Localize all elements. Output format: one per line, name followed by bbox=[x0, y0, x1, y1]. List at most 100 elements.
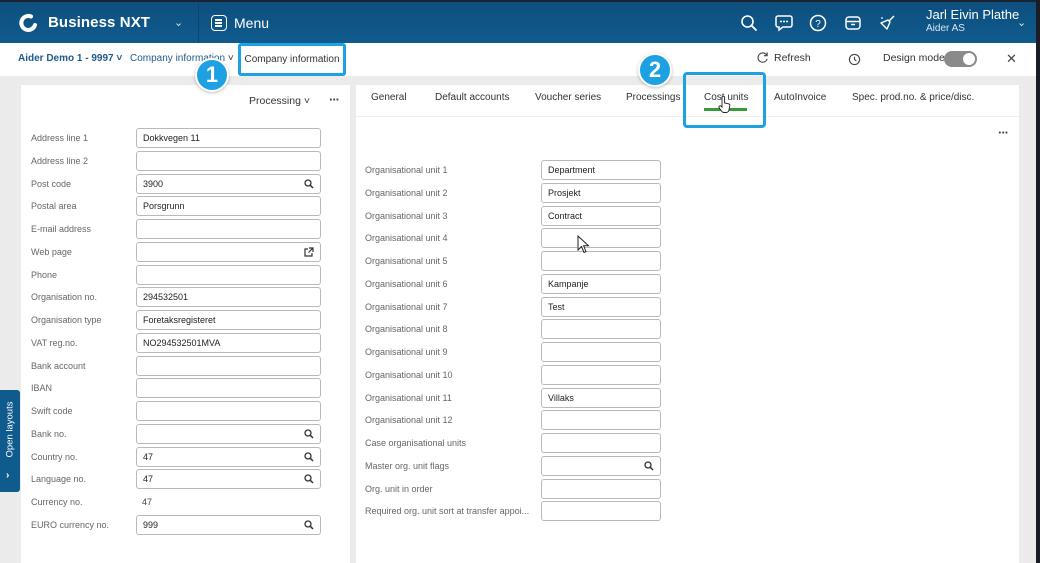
field-input[interactable]: 3900 bbox=[136, 173, 321, 194]
field-label: Organisation type bbox=[31, 315, 102, 325]
open-layouts-tab[interactable]: Open layouts › bbox=[0, 390, 20, 492]
field-value: 999 bbox=[143, 519, 159, 530]
form-row: Currency no. 47 bbox=[21, 492, 350, 514]
field-label: Organisational unit 3 bbox=[365, 210, 448, 221]
field-input[interactable]: Kampanje bbox=[541, 273, 661, 294]
external-link-icon[interactable] bbox=[303, 247, 314, 261]
svg-text:?: ? bbox=[815, 19, 821, 30]
field-input[interactable] bbox=[136, 401, 321, 421]
form-row: Organisational unit 2 Prosjekt bbox=[356, 182, 1019, 205]
field-input[interactable] bbox=[541, 455, 661, 476]
search-icon[interactable] bbox=[304, 474, 314, 487]
field-label: Organisational unit 7 bbox=[365, 301, 448, 312]
field-input[interactable]: 999 bbox=[136, 514, 321, 535]
field-label: Currency no. bbox=[31, 497, 83, 507]
field-value: Foretaksregisteret bbox=[143, 315, 216, 325]
help-icon[interactable]: ? bbox=[808, 13, 828, 33]
field-input[interactable] bbox=[136, 264, 321, 285]
search-icon[interactable] bbox=[304, 429, 314, 442]
field-label: Postal area bbox=[31, 201, 77, 212]
processing-dropdown[interactable]: Processing ˅ bbox=[249, 95, 310, 107]
tab-processings[interactable]: Processings bbox=[626, 92, 680, 103]
tab-general[interactable]: General bbox=[371, 92, 407, 103]
field-input[interactable] bbox=[541, 410, 661, 431]
field-input[interactable]: Prosjekt bbox=[541, 182, 661, 203]
field-input[interactable]: Dokkvegen 11 bbox=[136, 128, 321, 148]
field-input[interactable]: Foretaksregisteret bbox=[136, 310, 321, 330]
app-switcher-chevron-icon[interactable]: ⌄ bbox=[174, 16, 183, 29]
field-input[interactable] bbox=[541, 501, 661, 522]
field-value: 47 bbox=[143, 451, 154, 462]
field-input[interactable]: Department bbox=[541, 160, 661, 180]
field-input[interactable] bbox=[136, 219, 321, 239]
field-value: Test bbox=[548, 301, 565, 312]
form-row: Language no. 47 bbox=[21, 469, 350, 491]
form-row: Address line 2 bbox=[21, 150, 350, 173]
refresh-button[interactable]: Refresh bbox=[756, 51, 811, 64]
more-options-icon[interactable]: ··· bbox=[329, 92, 340, 107]
form-row: Bank no. bbox=[21, 423, 350, 446]
tab-autoinvoice[interactable]: AutoInvoice bbox=[774, 92, 826, 103]
field-input[interactable]: 47 bbox=[136, 469, 321, 490]
chat-icon[interactable] bbox=[774, 13, 794, 33]
user-menu[interactable]: Jarl Eivin Plathe Aider AS bbox=[926, 7, 1020, 34]
search-icon[interactable] bbox=[304, 178, 314, 192]
field-value: 47 bbox=[143, 474, 154, 485]
arrow-cursor-icon bbox=[577, 235, 590, 254]
field-value: Porsgrunn bbox=[143, 201, 185, 212]
close-icon[interactable]: ✕ bbox=[1006, 51, 1017, 67]
field-input[interactable]: Porsgrunn bbox=[136, 196, 321, 217]
chevron-down-icon: ˅ bbox=[227, 53, 234, 64]
field-input[interactable] bbox=[541, 364, 661, 385]
field-input[interactable] bbox=[136, 423, 321, 444]
form-row: Organisational unit 9 bbox=[356, 342, 1019, 364]
search-icon[interactable] bbox=[304, 451, 314, 465]
more-options-icon[interactable]: ··· bbox=[998, 125, 1009, 140]
field-input[interactable] bbox=[541, 319, 661, 340]
menu-button[interactable]: Menu bbox=[211, 2, 269, 43]
field-input[interactable] bbox=[136, 378, 321, 399]
tab-spec-prod-price-disc[interactable]: Spec. prod.no. & price/disc. bbox=[852, 92, 974, 103]
field-label: Phone bbox=[31, 269, 58, 280]
field-input[interactable] bbox=[136, 355, 321, 376]
brand[interactable]: Business NXT bbox=[18, 2, 150, 43]
form-row: Organisational unit 3 Contract bbox=[356, 205, 1019, 228]
field-input[interactable]: NO294532501MVA bbox=[136, 332, 321, 353]
field-label: Organisational unit 12 bbox=[365, 415, 453, 426]
broom-icon[interactable] bbox=[877, 13, 897, 33]
search-icon[interactable] bbox=[644, 461, 654, 474]
field-input[interactable] bbox=[136, 150, 321, 171]
field-label: Bank no. bbox=[31, 428, 67, 439]
processing-label: Processing bbox=[249, 95, 301, 107]
form-row: VAT reg.no. NO294532501MVA bbox=[21, 332, 350, 355]
field-input[interactable]: Villaks bbox=[541, 387, 661, 408]
tab-voucher-series[interactable]: Voucher series bbox=[535, 92, 601, 103]
search-icon[interactable] bbox=[304, 520, 314, 533]
inbox-icon[interactable] bbox=[843, 13, 863, 33]
app-name: Business NXT bbox=[48, 14, 151, 31]
field-value: Contract bbox=[548, 210, 583, 221]
tab-default-accounts[interactable]: Default accounts bbox=[435, 92, 510, 103]
field-label: Organisational unit 5 bbox=[365, 256, 448, 266]
history-icon[interactable] bbox=[848, 53, 861, 66]
field-label: Organisational unit 10 bbox=[365, 369, 453, 380]
form-row: Organisation type Foretaksregisteret bbox=[21, 310, 350, 332]
field-input[interactable] bbox=[136, 241, 321, 262]
search-icon[interactable] bbox=[739, 13, 759, 33]
company-selector[interactable]: Aider Demo 1 - 9997 ˅ bbox=[18, 53, 122, 64]
field-input[interactable] bbox=[541, 342, 661, 362]
user-menu-chevron-icon[interactable]: ⌄ bbox=[1017, 16, 1026, 29]
field-input[interactable]: 47 bbox=[136, 446, 321, 467]
user-name: Jarl Eivin Plathe bbox=[926, 7, 1020, 22]
field-input[interactable]: Contract bbox=[541, 205, 661, 226]
field-input[interactable] bbox=[541, 251, 661, 271]
field-input[interactable]: 294532501 bbox=[136, 287, 321, 308]
breadcrumb-active-view[interactable]: Company information bbox=[238, 43, 346, 76]
design-mode-toggle[interactable] bbox=[944, 51, 977, 67]
field-input[interactable]: Test bbox=[541, 296, 661, 317]
field-input[interactable] bbox=[541, 433, 661, 453]
field-label: Language no. bbox=[31, 474, 87, 485]
field-input[interactable] bbox=[541, 478, 661, 499]
field-input[interactable] bbox=[541, 228, 661, 249]
field-label: Organisational unit 1 bbox=[365, 165, 448, 175]
